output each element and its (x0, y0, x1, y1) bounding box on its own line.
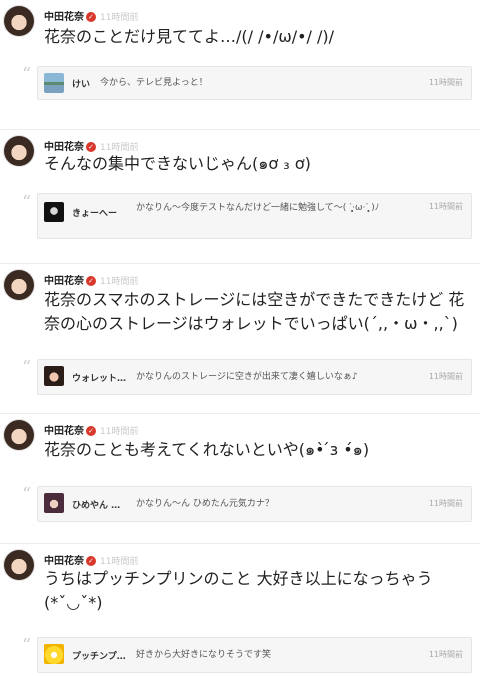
quote-icon: “ (22, 192, 32, 213)
post: 中田花奈 ✓ 11時間前 そんなの集中できないじゃん(๑ơ ₃ ơ) “ きょーへー… (0, 130, 480, 264)
reply-author[interactable]: ひめやん … (72, 498, 120, 511)
post-text: そんなの集中できないじゃん(๑ơ ₃ ơ) (44, 154, 311, 173)
avatar[interactable] (4, 420, 34, 450)
reply-text: 好きから大好きになりそうです笑 (136, 650, 272, 660)
avatar[interactable] (44, 202, 64, 222)
avatar[interactable] (44, 366, 64, 386)
post-time: 11時間前 (100, 427, 139, 437)
avatar[interactable] (44, 644, 64, 664)
post-time: 11時間前 (100, 277, 139, 287)
post: 中田花奈 ✓ 11時間前 花奈のことだけ見ててよ…/(/ /•/ω/•/ /)/ “… (0, 0, 480, 130)
post-time: 11時間前 (100, 13, 139, 23)
verified-icon: ✓ (86, 426, 96, 436)
quote-icon: “ (22, 64, 32, 85)
verified-icon: ✓ (86, 276, 96, 286)
post-text: 花奈のことも考えてくれないといや(๑•̀ ́ɜ •́๑) (44, 440, 370, 459)
author-row: 中田花奈 ✓ 11時間前 (44, 138, 138, 153)
verified-icon: ✓ (86, 142, 96, 152)
author-name[interactable]: 中田花奈 (44, 426, 84, 437)
reply-author[interactable]: プッチンプ… (72, 649, 126, 662)
reply-time: 11時間前 (428, 202, 463, 211)
post-text: 花奈のスマホのストレージには空きができたできたけど 花奈の心のストレージはウォレ… (44, 290, 465, 333)
reply-box[interactable]: けい 今から、テレビ見よっと！ 11時間前 (37, 66, 472, 100)
reply-time: 11時間前 (428, 372, 463, 381)
reply-author[interactable]: けい (72, 77, 90, 90)
avatar[interactable] (44, 73, 64, 93)
author-name[interactable]: 中田花奈 (44, 12, 84, 23)
reply-author[interactable]: ウォレット… (72, 371, 126, 384)
reply-box[interactable]: ひめやん … かなりん〜ん ひめたん元気カナ？ 11時間前 (37, 486, 472, 522)
reply-time: 11時間前 (428, 78, 463, 87)
author-row: 中田花奈 ✓ 11時間前 (44, 422, 138, 437)
reply-time: 11時間前 (428, 650, 463, 659)
reply-author[interactable]: きょーへー (72, 206, 117, 219)
reply-text: かなりん〜ん ひめたん元気カナ？ (136, 499, 274, 509)
post: 中田花奈 ✓ 11時間前 うちはプッチンプリンのこと 大好き以上になっちゃう(*ˇ◡… (0, 544, 480, 676)
post-text: うちはプッチンプリンのこと 大好き以上になっちゃう(*ˇ◡ˇ*) (44, 569, 433, 612)
reply-box[interactable]: ウォレット… かなりんのストレージに空きが出来て凄く嬉しいなぁ♪ 11時間前 (37, 359, 472, 395)
post-time: 11時間前 (100, 557, 139, 567)
post-text: 花奈のことだけ見ててよ…/(/ /•/ω/•/ /)/ (44, 27, 335, 46)
reply-text: かなりんのストレージに空きが出来て凄く嬉しいなぁ♪ (136, 372, 358, 382)
quote-icon: “ (22, 484, 32, 505)
quote-icon: “ (22, 357, 32, 378)
verified-icon: ✓ (86, 12, 96, 22)
avatar[interactable] (44, 493, 64, 513)
reply-box[interactable]: きょーへー かなりん〜今度テストなんだけど一緒に勉強して〜( ˋ̩̥̥̩̩̥͙·… (37, 193, 472, 239)
author-name[interactable]: 中田花奈 (44, 556, 84, 567)
author-name[interactable]: 中田花奈 (44, 276, 84, 287)
verified-icon: ✓ (86, 556, 96, 566)
reply-text: 今から、テレビ見よっと！ (100, 78, 208, 88)
avatar[interactable] (4, 6, 34, 36)
post: 中田花奈 ✓ 11時間前 花奈のスマホのストレージには空きができたできたけど 花奈の… (0, 264, 480, 414)
author-row: 中田花奈 ✓ 11時間前 (44, 8, 138, 23)
quote-icon: “ (22, 635, 32, 656)
reply-box[interactable]: プッチンプ… 好きから大好きになりそうです笑 11時間前 (37, 637, 472, 673)
reply-time: 11時間前 (428, 499, 463, 508)
avatar[interactable] (4, 550, 34, 580)
post: 中田花奈 ✓ 11時間前 花奈のことも考えてくれないといや(๑•̀ ́ɜ •́๑) … (0, 414, 480, 544)
avatar[interactable] (4, 270, 34, 300)
author-row: 中田花奈 ✓ 11時間前 (44, 552, 138, 567)
author-row: 中田花奈 ✓ 11時間前 (44, 272, 138, 287)
reply-text: かなりん〜今度テストなんだけど一緒に勉強して〜( ˋ̩̥̥̩̩̥͙·ω·ˊ̩̥̥… (136, 203, 380, 213)
avatar[interactable] (4, 136, 34, 166)
